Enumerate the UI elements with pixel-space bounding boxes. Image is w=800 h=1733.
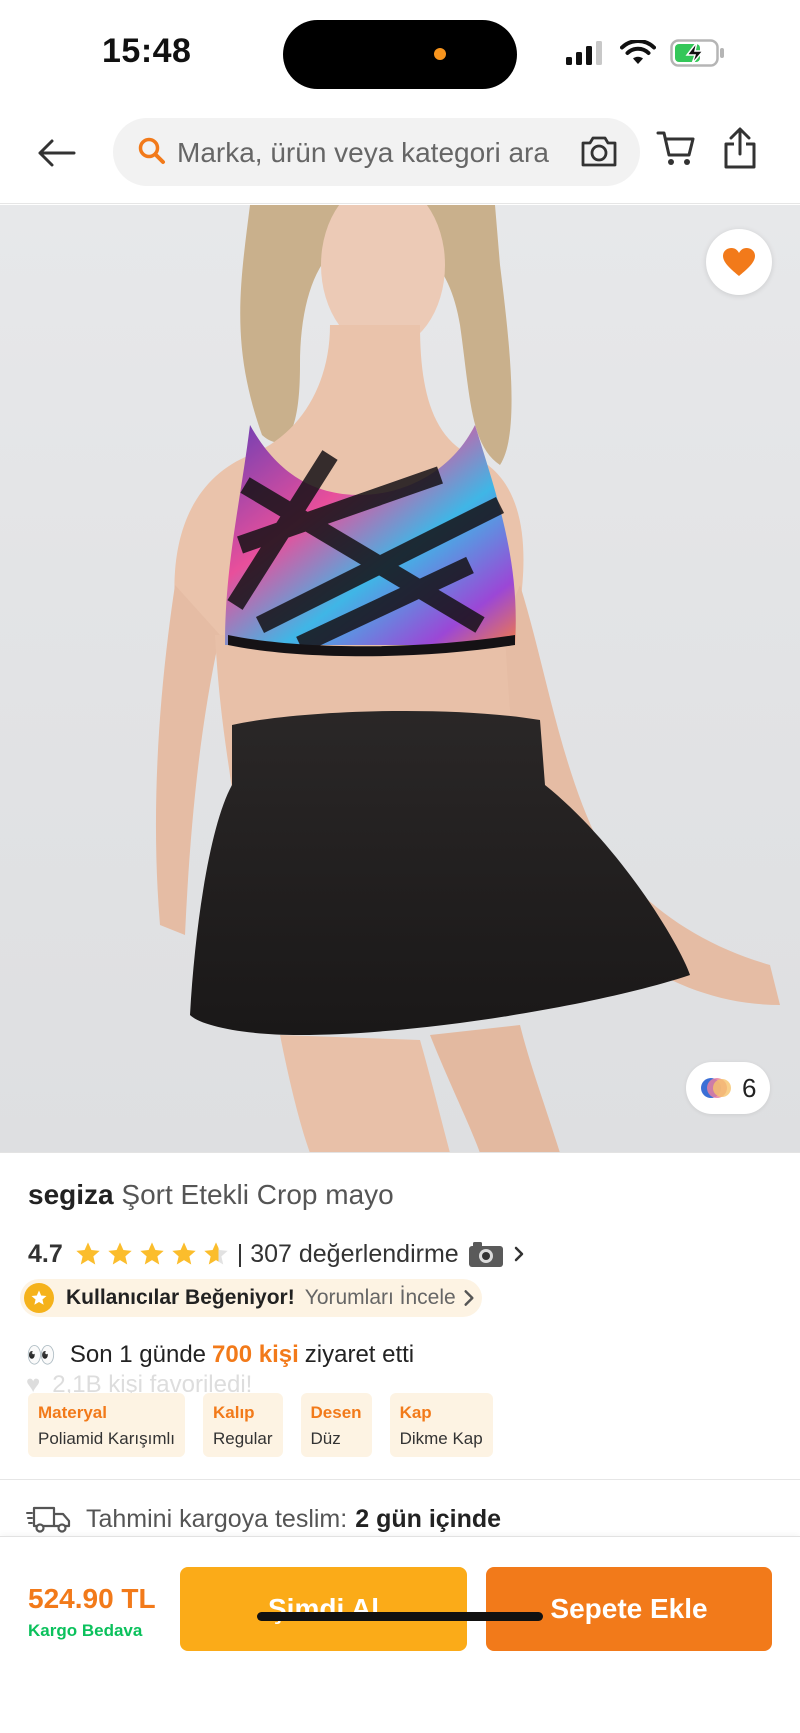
color-options-badge[interactable]: 6 — [686, 1062, 770, 1114]
attribute-chip[interactable]: Materyal Poliamid Karışımlı — [28, 1393, 185, 1457]
attribute-chips: Materyal Poliamid Karışımlı Kalıp Regula… — [28, 1393, 493, 1457]
price: 524.90 TL — [28, 1583, 156, 1614]
favorite-button[interactable] — [706, 229, 772, 295]
rating-row[interactable]: 4.7 | 307 değerlendirme — [28, 1237, 525, 1271]
back-button[interactable] — [30, 130, 82, 176]
eyes-icon: 👀 — [26, 1341, 56, 1369]
privacy-indicator — [434, 48, 446, 60]
brand-name[interactable]: segiza — [28, 1179, 114, 1210]
arrow-left-icon — [38, 139, 76, 167]
users-like-banner[interactable]: Kullanıcılar Beğeniyor! Yorumları İncele — [20, 1279, 482, 1317]
bottom-action-bar: 524.90 TL Kargo Bedava Şimdi Al Sepete E… — [0, 1536, 800, 1733]
attribute-key: Desen — [310, 1403, 362, 1422]
product-image[interactable]: 6 — [0, 205, 800, 1153]
attribute-value: Düz — [310, 1429, 341, 1448]
signal-icon — [566, 41, 602, 65]
star-icon — [172, 1242, 196, 1265]
truck-icon — [26, 1506, 71, 1533]
delivery-label: Tahmini kargoya teslim: — [86, 1504, 348, 1533]
visit-prefix: Son 1 günde — [69, 1341, 207, 1368]
add-to-cart-button[interactable]: Sepete Ekle — [486, 1567, 772, 1651]
color-variants-icon — [701, 1078, 731, 1098]
star-icon — [108, 1242, 132, 1265]
dynamic-island — [283, 20, 517, 89]
visit-stat: 👀 Son 1 günde 700 kişi ziyaret etti — [26, 1338, 414, 1372]
search-header: Marka, ürün veya kategori ara — [0, 104, 800, 204]
read-reviews-link[interactable]: Yorumları İncele — [305, 1286, 456, 1310]
cart-icon — [656, 131, 695, 165]
battery-charging-icon — [670, 39, 724, 67]
search-input[interactable]: Marka, ürün veya kategori ara — [113, 118, 640, 186]
visit-count: 700 kişi — [212, 1341, 299, 1368]
attribute-value: Regular — [212, 1429, 273, 1448]
cart-button[interactable] — [656, 128, 696, 173]
chevron-right-icon — [464, 1290, 474, 1306]
home-indicator[interactable] — [257, 1612, 543, 1621]
share-button[interactable] — [722, 126, 758, 175]
product-photo — [155, 205, 780, 1152]
star-icon — [140, 1242, 164, 1265]
attribute-key: Kap — [399, 1403, 432, 1422]
buy-now-button[interactable]: Şimdi Al — [180, 1567, 467, 1651]
star-half-icon — [204, 1242, 228, 1265]
wifi-icon — [620, 40, 656, 64]
product-name: Şort Etekli Crop mayo — [121, 1179, 394, 1210]
delivery-estimate[interactable]: Tahmini kargoya teslim: 2 gün içinde — [26, 1502, 501, 1536]
rating-value: 4.7 — [28, 1239, 63, 1268]
attribute-chip[interactable]: Kap Dikme Kap — [389, 1393, 493, 1457]
heart-icon — [723, 248, 755, 276]
attribute-value: Dikme Kap — [399, 1429, 483, 1448]
search-placeholder: Marka, ürün veya kategori ara — [177, 137, 549, 168]
attribute-key: Materyal — [38, 1403, 107, 1422]
visit-suffix: ziyaret etti — [304, 1341, 415, 1368]
attribute-key: Kalıp — [212, 1403, 255, 1422]
chevron-right-icon — [514, 1246, 523, 1262]
users-like-text: Kullanıcılar Beğeniyor! — [66, 1286, 295, 1309]
delivery-value: 2 gün içinde — [355, 1504, 502, 1533]
attribute-chip[interactable]: Kalıp Regular — [202, 1393, 283, 1457]
status-time: 15:48 — [102, 32, 192, 70]
color-count: 6 — [742, 1072, 757, 1103]
product-title: segiza Şort Etekli Crop mayo — [28, 1179, 394, 1211]
camera-search-icon[interactable] — [579, 133, 619, 169]
rating-stars — [73, 1240, 231, 1268]
attribute-value: Poliamid Karışımlı — [38, 1429, 175, 1448]
divider — [0, 1479, 800, 1480]
search-icon — [138, 137, 165, 164]
camera-icon — [468, 1242, 503, 1267]
attribute-chip[interactable]: Desen Düz — [300, 1393, 372, 1457]
share-icon — [724, 127, 756, 169]
review-count: | 307 değerlendirme — [236, 1239, 459, 1268]
status-icons — [566, 36, 726, 70]
star-icon — [76, 1242, 100, 1265]
status-bar: 15:48 — [0, 0, 800, 104]
free-shipping-label: Kargo Bedava — [28, 1621, 143, 1640]
star-badge-icon — [24, 1283, 54, 1313]
